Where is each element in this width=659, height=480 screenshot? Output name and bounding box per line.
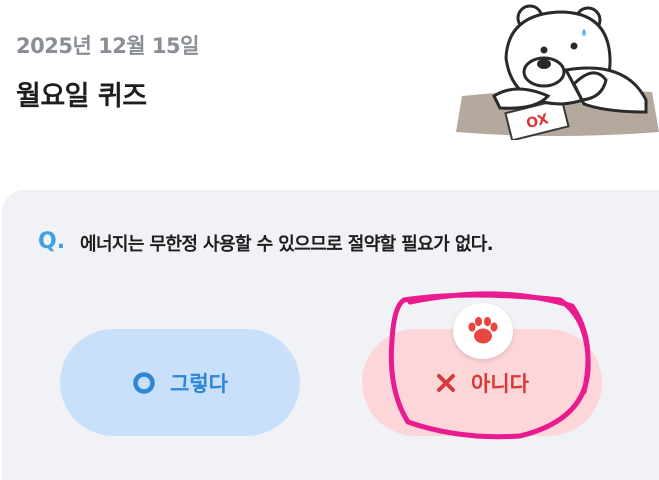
answer-yes-label: 그렇다 [170,371,228,396]
paw-icon [468,316,498,344]
page-title: 월요일 퀴즈 [16,81,147,112]
circle-o-icon [132,371,156,395]
polar-bear-thinking-icon: OX [456,4,659,140]
selected-paw-badge [453,303,513,359]
answer-no-label: 아니다 [471,371,529,396]
x-icon [435,372,457,394]
question-label: Q. [38,229,66,254]
quiz-date: 2025년 12월 15일 [16,34,199,58]
question-text: 에너지는 무한정 사용할 수 있으므로 절약할 필요가 없다. [80,234,494,255]
answer-yes-button[interactable]: 그렇다 [60,329,300,436]
